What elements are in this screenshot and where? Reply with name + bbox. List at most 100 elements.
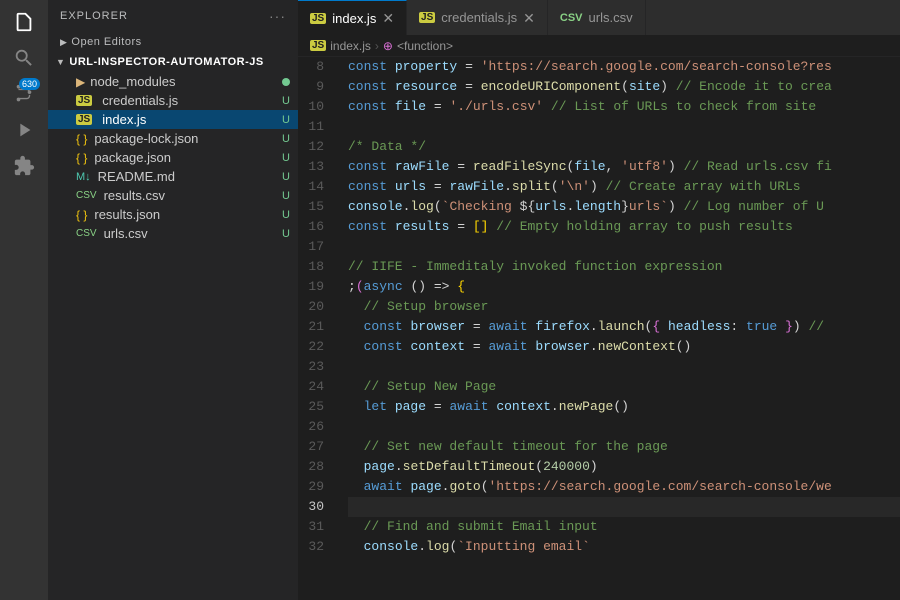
file-name: node_modules	[90, 74, 278, 89]
code-line-29: await page.goto('https://search.google.c…	[348, 477, 900, 497]
extensions-icon[interactable]	[10, 152, 38, 180]
ln-27: 27	[298, 437, 332, 457]
tab-label: credentials.js	[441, 10, 517, 25]
code-line-16: const results = [] // Empty holding arra…	[348, 217, 900, 237]
ln-17: 17	[298, 237, 332, 257]
tree-item-package-lock[interactable]: { } package-lock.json U	[48, 129, 298, 148]
code-line-27: // Set new default timeout for the page	[348, 437, 900, 457]
code-line-18: // IIFE - Immeditaly invoked function ex…	[348, 257, 900, 277]
ln-30: 30	[298, 497, 332, 517]
breadcrumb-symbol: <function>	[397, 39, 453, 53]
ln-31: 31	[298, 517, 332, 537]
tab-urls-csv[interactable]: CSV urls.csv	[548, 0, 646, 35]
ln-22: 22	[298, 337, 332, 357]
git-dot	[282, 78, 290, 86]
ln-19: 19	[298, 277, 332, 297]
code-line-26	[348, 417, 900, 437]
tree-item-results-csv[interactable]: CSV results.csv U	[48, 186, 298, 205]
code-line-20: // Setup browser	[348, 297, 900, 317]
ln-16: 16	[298, 217, 332, 237]
ln-8: 8	[298, 57, 332, 77]
ln-29: 29	[298, 477, 332, 497]
code-line-21: const browser = await firefox.launch({ h…	[348, 317, 900, 337]
ln-32: 32	[298, 537, 332, 557]
code-line-9: const resource = encodeURIComponent(site…	[348, 77, 900, 97]
breadcrumb-symbol-icon: ⊕	[383, 39, 393, 53]
ln-18: 18	[298, 257, 332, 277]
breadcrumb-icon: JS	[310, 40, 326, 51]
ln-21: 21	[298, 317, 332, 337]
tree-item-index[interactable]: JS index.js U	[48, 110, 298, 129]
file-name: index.js	[102, 112, 278, 127]
ln-12: 12	[298, 137, 332, 157]
ln-23: 23	[298, 357, 332, 377]
file-name: README.md	[98, 169, 278, 184]
tree-item-urls-csv[interactable]: CSV urls.csv U	[48, 224, 298, 243]
open-editors-section[interactable]: ▶ Open Editors	[48, 32, 298, 52]
git-badge: U	[282, 228, 290, 240]
tree-item-node-modules[interactable]: ▶ node_modules	[48, 72, 298, 91]
project-name: URL-INSPECTOR-AUTOMATOR-JS	[69, 56, 263, 68]
breadcrumb: JS index.js › ⊕ <function>	[298, 35, 900, 57]
ln-14: 14	[298, 177, 332, 197]
source-control-icon[interactable]: 630	[10, 80, 38, 108]
tab-index-js[interactable]: JS index.js ✕	[298, 0, 407, 35]
tree-item-credentials[interactable]: JS credentials.js U	[48, 91, 298, 110]
run-icon[interactable]	[10, 116, 38, 144]
json-file-icon: { }	[76, 151, 87, 165]
tab-icon-js: JS	[310, 13, 326, 24]
tab-close-icon[interactable]: ✕	[382, 11, 394, 25]
csv-file-icon: CSV	[76, 228, 97, 239]
json-file-icon: { }	[76, 132, 87, 146]
ln-25: 25	[298, 397, 332, 417]
project-section[interactable]: ▼ URL-INSPECTOR-AUTOMATOR-JS	[48, 52, 298, 72]
file-name: urls.csv	[104, 226, 278, 241]
csv-file-icon: CSV	[76, 190, 97, 201]
code-line-23	[348, 357, 900, 377]
code-line-17	[348, 237, 900, 257]
code-content[interactable]: const property = 'https://search.google.…	[340, 57, 900, 600]
ln-28: 28	[298, 457, 332, 477]
file-name: results.json	[94, 207, 278, 222]
files-icon[interactable]	[10, 8, 38, 36]
breadcrumb-file: index.js	[330, 39, 371, 53]
tab-label: index.js	[332, 11, 376, 26]
code-line-22: const context = await browser.newContext…	[348, 337, 900, 357]
open-editors-arrow: ▶	[60, 37, 67, 48]
tab-bar: JS index.js ✕ JS credentials.js ✕ CSV ur…	[298, 0, 900, 35]
ln-24: 24	[298, 377, 332, 397]
git-badge: U	[282, 171, 290, 183]
ln-26: 26	[298, 417, 332, 437]
search-icon[interactable]	[10, 44, 38, 72]
folder-icon: ▶	[76, 75, 85, 89]
editor-main: JS index.js ✕ JS credentials.js ✕ CSV ur…	[298, 0, 900, 600]
ln-10: 10	[298, 97, 332, 117]
file-tree: ▶ node_modules JS credentials.js U JS in…	[48, 72, 298, 600]
tree-item-results-json[interactable]: { } results.json U	[48, 205, 298, 224]
git-badge: U	[282, 152, 290, 164]
tab-icon-js: JS	[419, 12, 435, 23]
sidebar-menu-icon[interactable]: ···	[269, 8, 286, 24]
tab-label: urls.csv	[589, 10, 633, 25]
tab-close-icon[interactable]: ✕	[523, 11, 535, 25]
code-line-30	[348, 497, 900, 517]
tree-item-package[interactable]: { } package.json U	[48, 148, 298, 167]
editor[interactable]: 8 9 10 11 12 13 14 15 16 17 18 19 20 21 …	[298, 57, 900, 600]
tab-credentials-js[interactable]: JS credentials.js ✕	[407, 0, 548, 35]
file-name: package.json	[94, 150, 278, 165]
code-line-28: page.setDefaultTimeout(240000)	[348, 457, 900, 477]
ln-9: 9	[298, 77, 332, 97]
ln-15: 15	[298, 197, 332, 217]
project-arrow: ▼	[56, 57, 65, 67]
md-file-icon: M↓	[76, 171, 91, 183]
line-numbers: 8 9 10 11 12 13 14 15 16 17 18 19 20 21 …	[298, 57, 340, 600]
code-line-11	[348, 117, 900, 137]
tree-item-readme[interactable]: M↓ README.md U	[48, 167, 298, 186]
js-file-icon: JS	[76, 114, 92, 125]
json-file-icon: { }	[76, 208, 87, 222]
sidebar-header: Explorer ···	[48, 0, 298, 32]
file-name: results.csv	[104, 188, 278, 203]
file-name: credentials.js	[102, 93, 278, 108]
file-name: package-lock.json	[94, 131, 278, 146]
code-line-19: ;(async () => {	[348, 277, 900, 297]
